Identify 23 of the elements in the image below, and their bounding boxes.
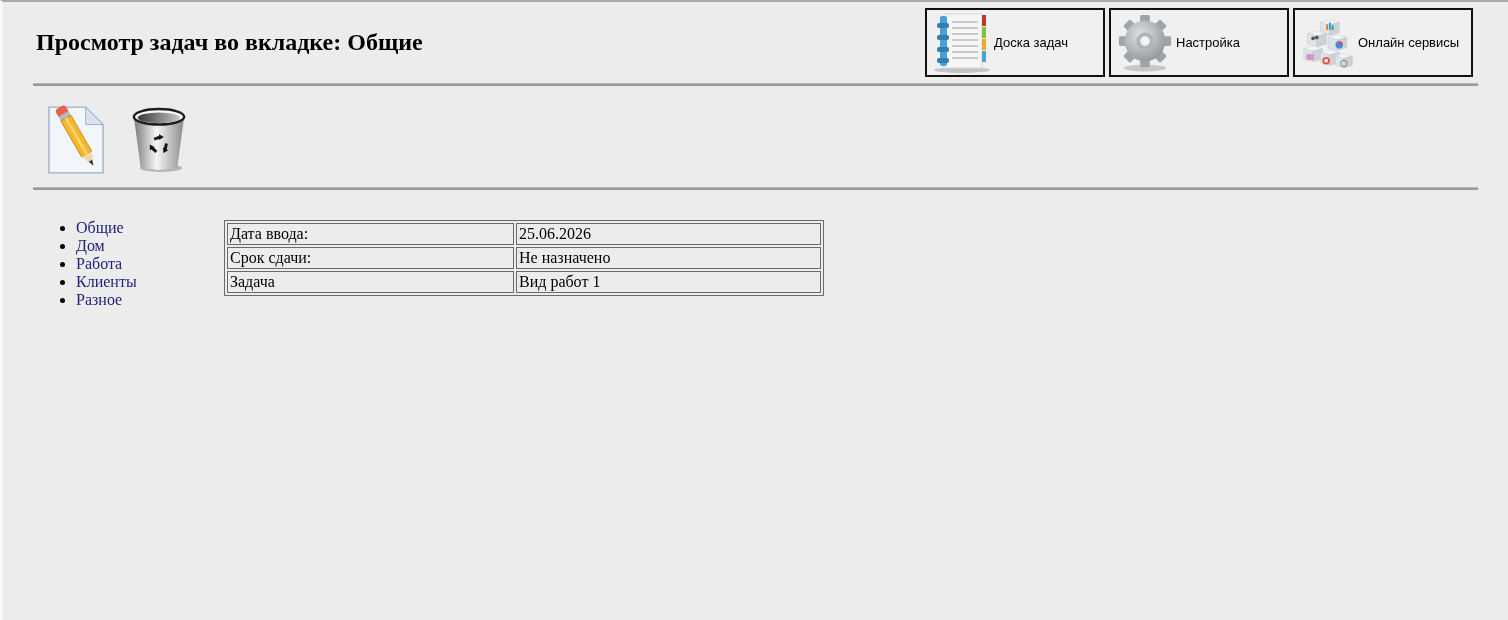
notebook-icon — [932, 11, 992, 74]
pencil-document-icon[interactable] — [47, 105, 105, 175]
table-cell: Вид работ 1 — [516, 271, 821, 293]
table-cell: Не назначено — [516, 247, 821, 269]
tab-link[interactable]: Клиенты — [76, 273, 137, 291]
bullet-icon — [60, 279, 65, 285]
page-title: Просмотр задач во вкладке: Общие — [36, 29, 423, 56]
table-cell: Задача — [227, 271, 514, 293]
table-cell: Дата ввода: — [227, 223, 514, 245]
tab-link[interactable]: Работа — [76, 255, 123, 273]
task-board-button[interactable]: Доска задач — [925, 8, 1105, 77]
tab-link[interactable]: Общие — [76, 219, 124, 237]
tab-link[interactable]: Разное — [76, 291, 123, 309]
online-services-button[interactable]: Онлайн сервисы — [1293, 8, 1473, 77]
bullet-icon — [60, 261, 65, 267]
tab-link[interactable]: Дом — [76, 237, 105, 255]
bullet-icon — [60, 243, 65, 249]
trash-can-icon[interactable] — [130, 105, 188, 175]
settings-button[interactable]: Настройка — [1109, 8, 1289, 77]
bullet-icon — [60, 297, 65, 303]
table-cell: Срок сдачи: — [227, 247, 514, 269]
table-cell: 25.06.2026 — [516, 223, 821, 245]
bullet-icon — [60, 225, 65, 231]
